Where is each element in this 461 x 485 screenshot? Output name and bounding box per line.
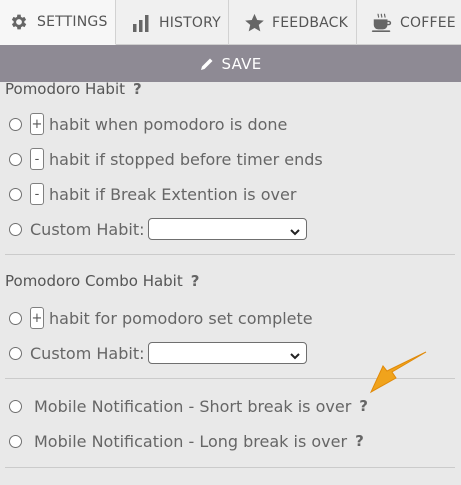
section-title-text: Pomodoro Combo Habit: [5, 272, 183, 290]
tab-history-label: HISTORY: [159, 14, 221, 31]
radio-button[interactable]: [9, 152, 22, 166]
radio-button[interactable]: [9, 117, 22, 131]
tab-bar: SETTINGS HISTORY FEEDBACK COFFEE: [0, 0, 461, 45]
option-long-break-notification[interactable]: Mobile Notification - Long break is over…: [9, 429, 364, 453]
tab-history[interactable]: HISTORY: [116, 0, 229, 45]
custom-habit-select[interactable]: [148, 218, 308, 242]
minus-sign: -: [30, 183, 44, 205]
tab-coffee[interactable]: COFFEE: [357, 0, 461, 45]
help-icon[interactable]: ?: [133, 82, 142, 98]
option-combo-custom-habit[interactable]: Custom Habit:: [9, 341, 308, 366]
coffee-cup-icon: [371, 12, 393, 34]
pointer-arrow-icon: [368, 350, 430, 400]
option-label: habit for pomodoro set complete: [49, 308, 313, 328]
option-label: habit if Break Extention is over: [49, 184, 297, 204]
bar-chart-icon: [130, 12, 152, 34]
radio-button[interactable]: [9, 346, 22, 360]
chevron-down-icon: [289, 223, 301, 242]
option-label: habit when pomodoro is done: [49, 114, 288, 134]
chevron-down-icon: [289, 347, 301, 366]
minus-sign: -: [30, 148, 44, 170]
divider: [5, 467, 455, 468]
option-label: habit if stopped before timer ends: [49, 149, 323, 169]
radio-button[interactable]: [9, 311, 22, 325]
option-habit-done[interactable]: + habit when pomodoro is done: [9, 112, 287, 136]
plus-sign: +: [30, 113, 44, 135]
option-label: Mobile Notification - Long break is over: [34, 431, 348, 451]
help-icon[interactable]: ?: [191, 272, 200, 290]
tab-coffee-label: COFFEE: [400, 14, 456, 31]
gear-icon: [8, 11, 30, 33]
pencil-icon: [199, 56, 215, 72]
tab-feedback-label: FEEDBACK: [272, 14, 349, 31]
star-icon: [243, 12, 265, 34]
divider: [5, 254, 455, 255]
radio-button[interactable]: [9, 222, 22, 236]
save-button[interactable]: SAVE: [0, 45, 461, 82]
tab-settings[interactable]: SETTINGS: [0, 0, 116, 45]
custom-habit-select[interactable]: [148, 342, 308, 366]
tab-feedback[interactable]: FEEDBACK: [229, 0, 357, 45]
custom-habit-label: Custom Habit:: [30, 343, 145, 363]
option-custom-habit[interactable]: Custom Habit:: [9, 217, 308, 242]
radio-button[interactable]: [9, 434, 22, 448]
option-short-break-notification[interactable]: Mobile Notification - Short break is ove…: [9, 394, 368, 418]
tab-settings-label: SETTINGS: [37, 14, 108, 30]
section-title-text: Pomodoro Habit: [5, 82, 125, 98]
option-label: Mobile Notification - Short break is ove…: [34, 396, 352, 416]
section-title-pomodoro-habit: Pomodoro Habit ?: [5, 82, 142, 98]
custom-habit-label: Custom Habit:: [30, 219, 145, 239]
help-icon[interactable]: ?: [359, 397, 368, 415]
option-combo-complete[interactable]: + habit for pomodoro set complete: [9, 306, 313, 330]
help-icon[interactable]: ?: [355, 432, 364, 450]
settings-content: Pomodoro Habit ? + habit when pomodoro i…: [0, 82, 461, 485]
radio-button[interactable]: [9, 187, 22, 201]
save-label: SAVE: [221, 54, 262, 73]
option-break-extension[interactable]: - habit if Break Extention is over: [9, 182, 296, 206]
radio-button[interactable]: [9, 399, 22, 413]
section-title-combo-habit: Pomodoro Combo Habit ?: [5, 272, 199, 290]
plus-sign: +: [30, 307, 44, 329]
option-habit-stopped[interactable]: - habit if stopped before timer ends: [9, 147, 323, 171]
